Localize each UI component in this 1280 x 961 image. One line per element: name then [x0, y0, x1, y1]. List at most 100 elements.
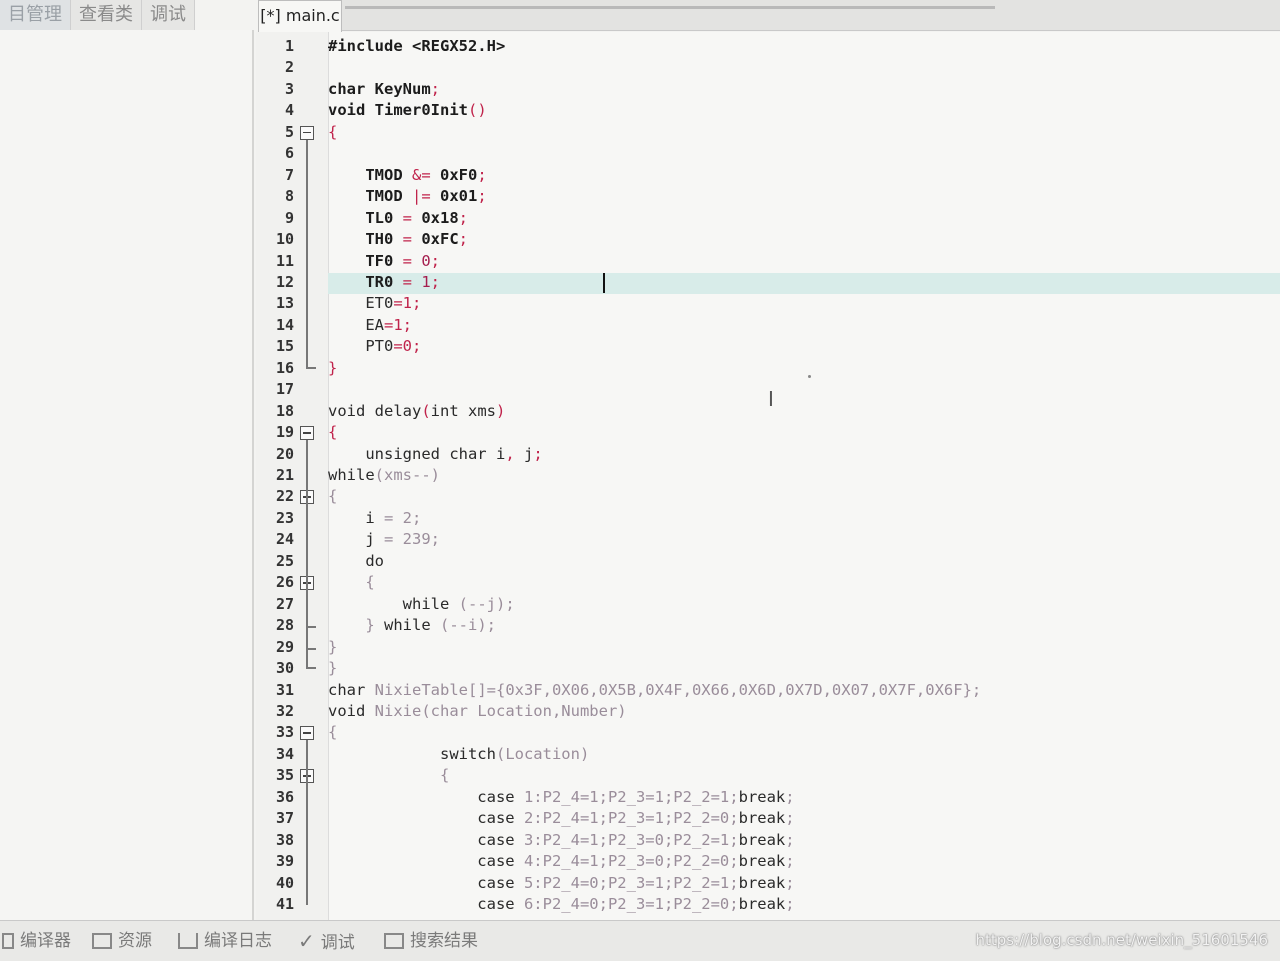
code-line[interactable]: 14 EA=1; — [276, 316, 1280, 337]
code-token: 5:P2_4=0;P2_3=1;P2_2=1; — [523, 873, 739, 892]
code-line[interactable]: 2 — [285, 58, 1280, 79]
code-line[interactable]: 15 PT0=0; — [276, 337, 1280, 358]
code-token: { — [328, 122, 338, 141]
code-text: switch(Location) — [328, 745, 589, 763]
code-line[interactable]: 30} — [276, 659, 1280, 680]
code-line[interactable]: 7 TMOD &= 0xF0; — [285, 165, 1280, 187]
tab-compile-log[interactable]: 编译日志 — [178, 927, 272, 955]
code-line[interactable]: 21 while(xms--) — [276, 466, 1280, 487]
code-line[interactable]: 8 TMOD |= 0x01; — [285, 187, 1280, 208]
code-line[interactable]: 23 i = 2; — [276, 509, 1280, 530]
line-number: 21 — [275, 466, 294, 484]
line-number: 30 — [275, 659, 294, 678]
code-line[interactable]: 38 case 3:P2_4=1;P2_3=0;P2_2=1;break; — [276, 830, 1280, 852]
resources-icon — [92, 933, 112, 949]
code-text: { — [328, 723, 337, 741]
code-token: case — [328, 809, 524, 828]
code-area[interactable]: I 1 #include <REGX52.H> 2 3 char KeyNum; 4 voi… — [276, 32, 1280, 920]
code-text: char NixieTable[]={0x3F,0X06,0X5B,0X4F,0… — [328, 681, 981, 699]
panel-tab-strip: 目管理 查看类 调试 — [0, 0, 255, 30]
code-token: ; — [785, 830, 795, 849]
code-text: case 4:P2_4=1;P2_3=0;P2_2=0;break; — [328, 852, 794, 870]
code-line[interactable]: 37 case 2:P2_4=1;P2_3=1;P2_2=0;break; — [276, 809, 1280, 830]
code-text: } — [328, 638, 337, 656]
tab-main-c[interactable]: [*] main.c — [258, 0, 342, 32]
code-token: } — [328, 358, 338, 377]
code-line[interactable]: 40 case 5:P2_4=0;P2_3=1;P2_2=1;break; — [276, 873, 1280, 895]
code-text: TR0 = 1; — [328, 273, 440, 291]
code-token: int xms — [430, 401, 496, 420]
code-line[interactable]: 11 TF0 = 0; — [276, 251, 1280, 273]
code-text: case 3:P2_4=1;P2_3=0;P2_2=1;break; — [328, 830, 795, 849]
code-text: case 1:P2_4=1;P2_3=1;P2_2=1;break; — [328, 787, 795, 806]
code-line[interactable]: 26 { — [276, 573, 1280, 594]
code-text: ET0=1; — [328, 294, 421, 312]
editor-tab-strip — [342, 0, 1280, 31]
fold-toggle-icon[interactable] — [300, 426, 314, 441]
code-token: while — [384, 616, 440, 635]
code-text: void Timer0Init() — [328, 101, 487, 119]
code-editor[interactable]: I 1 #include <REGX52.H> 2 3 char KeyNum; 4 voi… — [256, 32, 1280, 920]
code-line[interactable]: 10 TH0 = 0xFC; — [276, 230, 1280, 251]
code-text: char KeyNum; — [328, 80, 440, 98]
code-line[interactable]: 4 void Timer0Init() — [285, 101, 1280, 122]
line-number: 39 — [275, 852, 294, 871]
code-line[interactable]: 13 ET0=1; — [276, 294, 1280, 315]
code-line[interactable]: 17 — [276, 380, 1280, 401]
tab-class-view[interactable]: 查看类 — [71, 0, 142, 30]
code-line[interactable]: 36 case 1:P2_4=1;P2_3=1;P2_2=1;break; — [276, 787, 1280, 809]
line-number: 19 — [275, 423, 294, 442]
code-text: PT0=0; — [328, 337, 421, 355]
code-token: 0x01 — [430, 187, 478, 206]
code-text: } — [328, 659, 337, 677]
code-line[interactable]: 25 do — [276, 551, 1280, 573]
code-line[interactable]: 19 { — [276, 423, 1280, 444]
code-line[interactable]: 1 #include <REGX52.H> — [285, 37, 1280, 58]
tab-debug[interactable]: 调试 — [142, 0, 195, 30]
tab-compiler[interactable]: 编译器 — [2, 927, 71, 955]
code-token: ; — [458, 208, 469, 227]
code-line[interactable]: 41 case 6:P2_4=0;P2_3=1;P2_2=0;break; — [276, 895, 1280, 916]
code-token: { — [328, 573, 375, 592]
fold-toggle-icon[interactable] — [300, 726, 314, 741]
code-line[interactable]: 5{ — [285, 122, 1280, 144]
fold-toggle-icon[interactable] — [300, 125, 314, 140]
code-token: do — [328, 551, 384, 570]
code-line[interactable]: 24 j = 239; — [276, 530, 1280, 551]
code-token: case — [328, 787, 524, 806]
tab-search-results[interactable]: 搜索结果 — [384, 927, 478, 955]
code-line[interactable]: 6 — [285, 144, 1280, 165]
tab-resources[interactable]: 资源 — [92, 927, 152, 955]
tab-debug-output[interactable]: ✓ 调试 — [298, 927, 355, 955]
line-number: 8 — [284, 187, 294, 206]
code-line[interactable]: 34 switch(Location) — [276, 745, 1280, 766]
code-text: TL0 = 0x18; — [328, 209, 468, 227]
code-line[interactable]: 22 { — [276, 487, 1280, 508]
code-line[interactable]: 28 } while (--i); — [276, 616, 1280, 637]
code-token: = — [402, 251, 412, 270]
code-text: { — [328, 423, 337, 441]
code-token: ; — [477, 165, 487, 184]
code-token: , — [505, 444, 515, 463]
line-number: 27 — [275, 594, 294, 613]
code-line[interactable]: 33 { — [276, 723, 1280, 744]
code-line[interactable]: 16} — [276, 358, 1280, 380]
code-line[interactable]: 3 char KeyNum; — [285, 80, 1280, 101]
line-number: 14 — [275, 315, 294, 334]
code-line[interactable]: 29} — [276, 638, 1280, 659]
tab-project-manager[interactable]: 目管理 — [0, 0, 71, 30]
line-number: 36 — [275, 787, 294, 806]
code-line[interactable]: 32 void Nixie(char Location,Number) — [276, 702, 1280, 723]
line-number: 10 — [275, 230, 294, 249]
code-line[interactable]: 27 while (--j); — [276, 595, 1280, 616]
code-token: break — [738, 895, 786, 913]
code-line[interactable]: 39 case 4:P2_4=1;P2_3=0;P2_2=0;break; — [276, 852, 1280, 873]
code-line[interactable]: 18 void delay(int xms) — [276, 401, 1280, 423]
code-line[interactable]: 31 char NixieTable[]={0x3F,0X06,0X5B,0X4F… — [276, 681, 1280, 702]
code-line[interactable]: 12 TR0 = 1; — [276, 272, 1280, 295]
code-line[interactable]: 20 unsigned char i, j; — [276, 444, 1280, 466]
code-token: ; — [785, 787, 795, 806]
code-line[interactable]: 9 TL0 = 0x18; — [285, 209, 1280, 230]
code-token: { — [328, 423, 338, 442]
code-line[interactable]: 35 { — [276, 766, 1280, 787]
